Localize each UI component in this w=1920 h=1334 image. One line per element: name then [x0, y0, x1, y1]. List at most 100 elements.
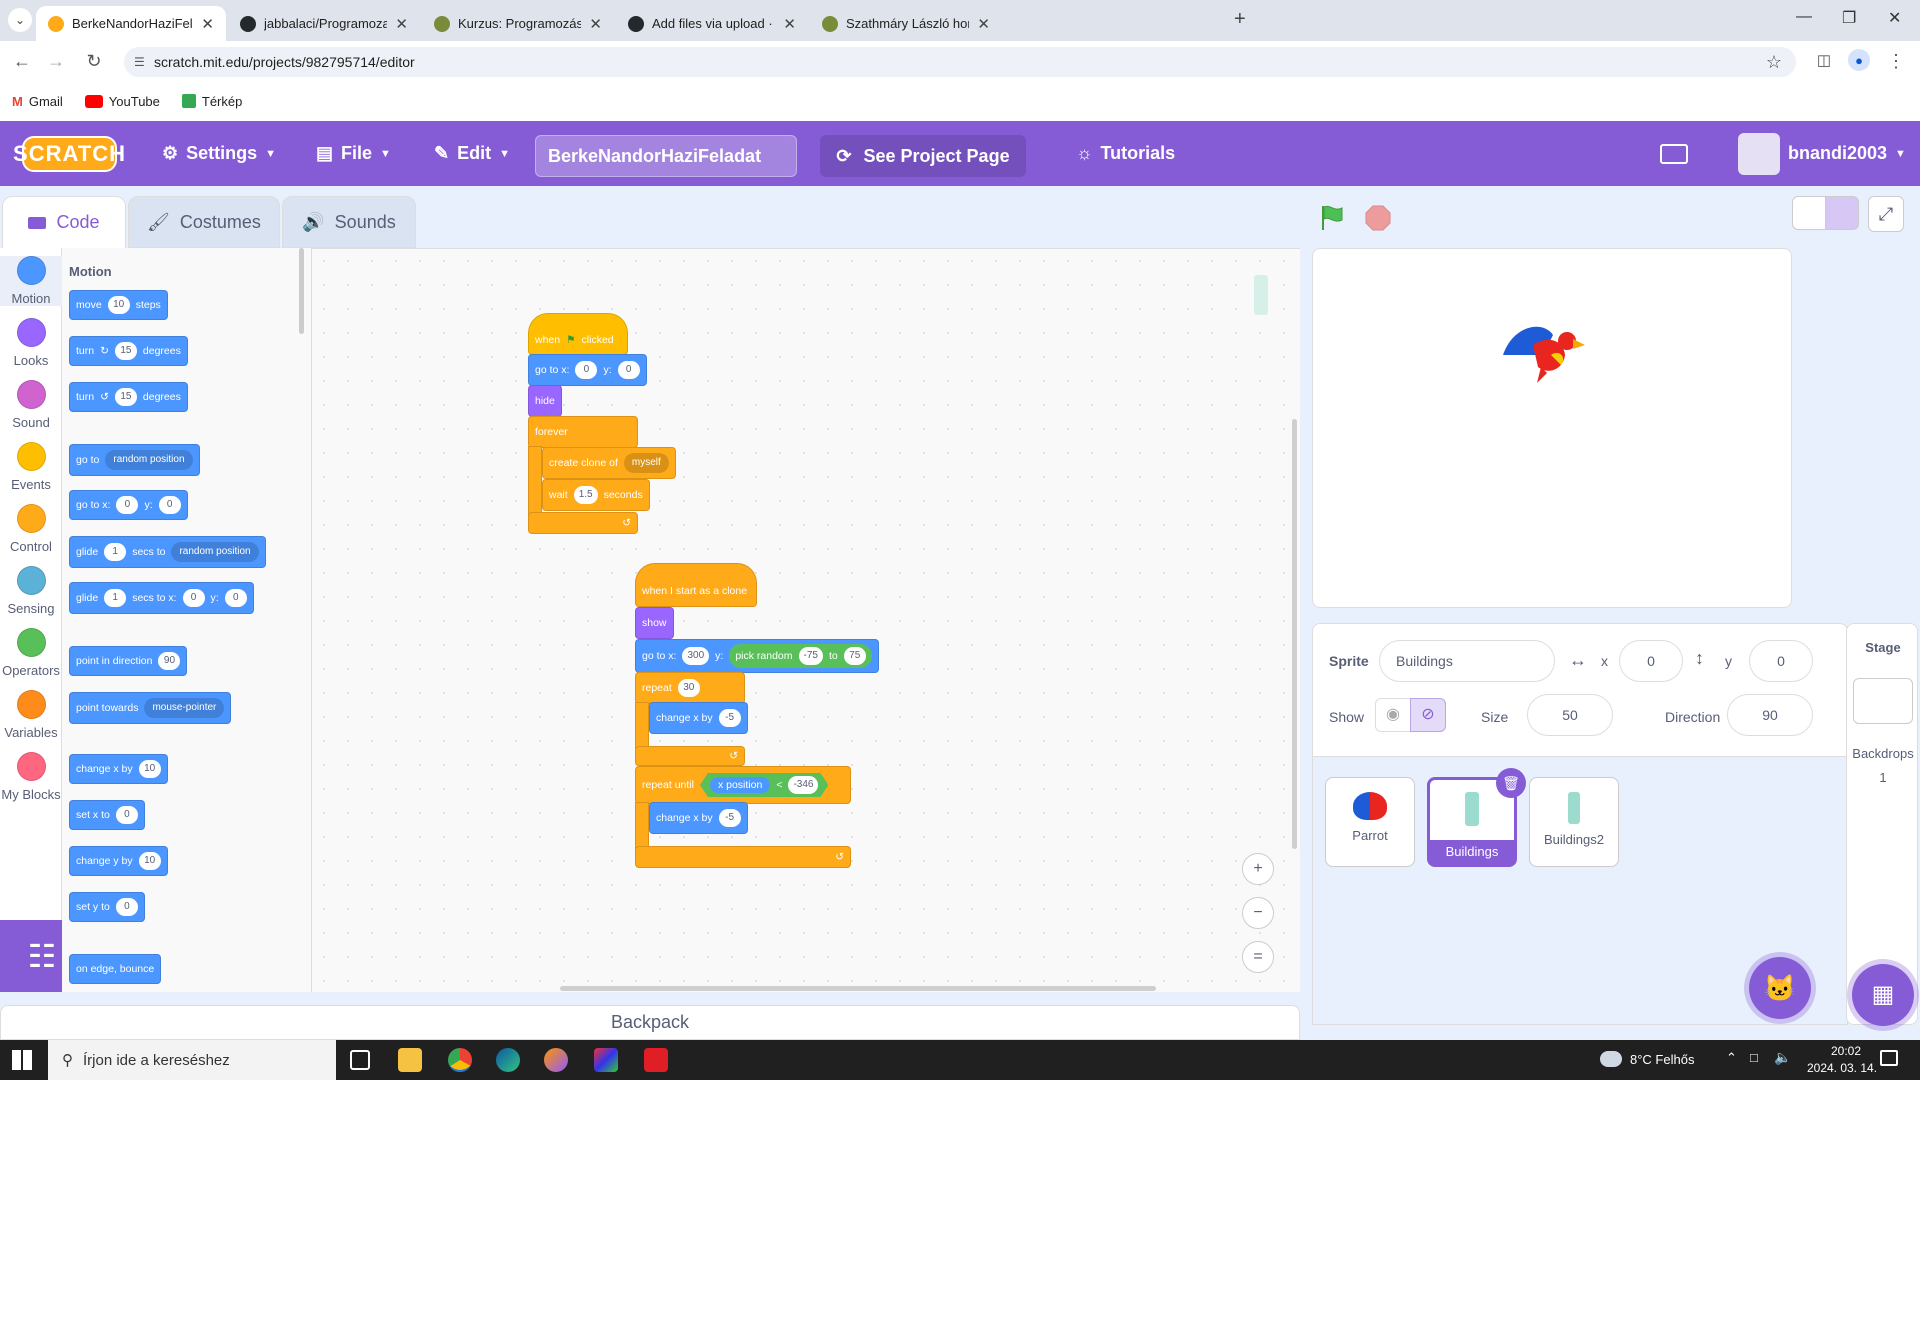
project-title-input[interactable]: BerkeNandorHaziFeladat	[535, 135, 797, 177]
account-menu[interactable]: bnandi2003 ▼	[1738, 121, 1906, 186]
zoom-out-icon[interactable]: −	[1242, 897, 1274, 929]
stop-sign-icon[interactable]	[1364, 204, 1392, 232]
show-visible-button[interactable]: ◉	[1375, 698, 1411, 732]
sprite-name-input[interactable]: Buildings	[1379, 640, 1555, 682]
zoom-reset-icon[interactable]: =	[1242, 941, 1274, 973]
volume-icon[interactable]: 🔈	[1774, 1049, 1791, 1066]
zoom-in-icon[interactable]: +	[1242, 853, 1274, 885]
block-go-to-xy-random[interactable]: go to x: 300 y: pick random -75 to 75	[635, 639, 879, 673]
block-pick-random[interactable]: pick random -75 to 75	[729, 644, 872, 668]
browser-tab[interactable]: jabbalaci/Programozas_1: A Pro ✕	[228, 6, 420, 41]
tab-code[interactable]: Code	[2, 196, 126, 248]
direction-input[interactable]: 90	[1727, 694, 1813, 736]
close-window-icon[interactable]: ✕	[1888, 8, 1901, 28]
normal-stage-button[interactable]	[1825, 196, 1859, 230]
category-events[interactable]: Events	[0, 442, 62, 492]
block-dropdown[interactable]: random position	[171, 542, 259, 562]
browser-tab[interactable]: Add files via upload · BerkeNan ✕	[616, 6, 808, 41]
bookmark-youtube[interactable]: YouTube	[84, 94, 160, 109]
block-input[interactable]: 30	[677, 679, 700, 697]
tab-list-button[interactable]: ⌄	[8, 8, 32, 32]
block-turn-right[interactable]: turn ↻ 15 degrees	[69, 336, 188, 366]
parrot-sprite[interactable]	[1493, 315, 1589, 385]
block-change-x[interactable]: change x by 10	[69, 754, 168, 784]
task-view-icon[interactable]	[350, 1050, 370, 1070]
category-operators[interactable]: Operators	[0, 628, 62, 678]
close-tab-icon[interactable]: ✕	[589, 15, 602, 33]
show-hidden-button[interactable]: ⊘	[1410, 698, 1446, 732]
category-control[interactable]: Control	[0, 504, 62, 554]
block-input[interactable]: 90	[158, 652, 181, 670]
script-workspace[interactable]: when ⚑ clicked go to x: 0 y: 0 hide forever…	[312, 248, 1300, 992]
block-input[interactable]: 0	[158, 496, 181, 514]
block-go-to-xy[interactable]: go to x: 0 y: 0	[69, 490, 188, 520]
block-point-towards[interactable]: point towards mouse-pointer	[69, 692, 232, 724]
y-input[interactable]: 0	[1749, 640, 1813, 682]
see-project-page-button[interactable]: ⟳ See Project Page	[820, 135, 1026, 177]
block-hide[interactable]: hide	[528, 385, 562, 417]
paint-app-icon[interactable]	[594, 1048, 618, 1072]
block-create-clone[interactable]: create clone of myself	[542, 447, 676, 479]
my-stuff-button[interactable]	[1660, 121, 1688, 186]
weather-icon[interactable]	[1600, 1051, 1622, 1067]
chrome-icon[interactable]	[448, 1048, 472, 1072]
block-turn-left[interactable]: turn ↺ 15 degrees	[69, 382, 188, 412]
size-input[interactable]: 50	[1527, 694, 1613, 736]
block-input[interactable]: 0	[115, 806, 138, 824]
fullscreen-icon[interactable]: ⤢	[1868, 196, 1904, 232]
profile-icon[interactable]: ●	[1848, 49, 1870, 71]
block-go-to[interactable]: go to random position	[69, 444, 200, 476]
block-when-flag-clicked[interactable]: when ⚑ clicked	[528, 313, 628, 355]
block-input[interactable]: 1.5	[573, 486, 598, 504]
block-move[interactable]: move 10 steps	[69, 290, 168, 320]
category-sound[interactable]: Sound	[0, 380, 62, 430]
edge-icon[interactable]	[496, 1048, 520, 1072]
block-input[interactable]: 10	[138, 760, 161, 778]
green-flag-icon[interactable]	[1318, 204, 1346, 232]
forward-icon[interactable]: →	[44, 49, 68, 73]
block-go-to-xy[interactable]: go to x: 0 y: 0	[528, 354, 647, 386]
block-glide-to-xy[interactable]: glide 1 secs to x: 0 y: 0	[69, 582, 254, 614]
category-sensing[interactable]: Sensing	[0, 566, 62, 616]
tutorials-button[interactable]: ☼ Tutorials	[1076, 121, 1175, 186]
bookmark-gmail[interactable]: M Gmail	[12, 94, 63, 109]
sprite-thumb-buildings[interactable]: Buildings 🗑	[1427, 768, 1526, 867]
browser-tab[interactable]: BerkeNandorHaziFeladat on Sc ✕	[36, 6, 226, 41]
block-wait[interactable]: wait 1.5 seconds	[542, 479, 650, 511]
address-bar[interactable]: ☰ scratch.mit.edu/projects/982795714/edi…	[124, 47, 1796, 77]
back-icon[interactable]: ←	[10, 49, 34, 73]
category-my-blocks[interactable]: My Blocks	[0, 752, 62, 802]
block-set-y[interactable]: set y to 0	[69, 892, 145, 922]
block-input[interactable]: 0	[182, 589, 205, 607]
new-tab-button[interactable]: +	[1234, 8, 1246, 31]
block-less-than[interactable]: x position < -346	[700, 773, 829, 797]
minimize-icon[interactable]: —	[1796, 8, 1812, 26]
side-panel-icon[interactable]: ◫	[1812, 49, 1836, 73]
network-icon[interactable]: □	[1750, 1050, 1758, 1065]
block-change-x[interactable]: change x by -5	[649, 802, 748, 834]
block-input[interactable]: -346	[788, 776, 818, 794]
backpack-bar[interactable]: Backpack	[0, 1005, 1300, 1040]
taskbar-search[interactable]: ⚲ Írjon ide a kereséshez	[48, 1040, 336, 1080]
scratch-logo[interactable]: SCRATCH	[13, 136, 125, 172]
amd-software-icon[interactable]	[644, 1048, 668, 1072]
menu-icon[interactable]: ⋮	[1884, 49, 1908, 73]
x-input[interactable]: 0	[1619, 640, 1683, 682]
block-input[interactable]: 75	[843, 647, 866, 665]
restore-icon[interactable]: ❐	[1842, 8, 1856, 28]
block-input[interactable]: 10	[138, 852, 161, 870]
block-dropdown[interactable]: mouse-pointer	[144, 698, 225, 718]
block-input[interactable]: 10	[107, 296, 130, 314]
bookmark-star-icon[interactable]: ☆	[1766, 52, 1782, 73]
block-change-y[interactable]: change y by 10	[69, 846, 168, 876]
block-dropdown[interactable]: random position	[105, 450, 193, 470]
block-set-x[interactable]: set x to 0	[69, 800, 145, 830]
add-sprite-button[interactable]: 🐱	[1749, 957, 1811, 1019]
tab-costumes[interactable]: 🖌 Costumes	[128, 196, 280, 248]
notification-icon[interactable]	[1880, 1050, 1898, 1066]
block-input[interactable]: 0	[116, 496, 139, 514]
browser-tab[interactable]: Kurzus: Programozási nyelvek 1 ✕	[422, 6, 614, 41]
tab-sounds[interactable]: 🔊 Sounds	[282, 196, 416, 248]
clock-date[interactable]: 2024. 03. 14.	[1796, 1061, 1888, 1075]
category-motion[interactable]: Motion	[0, 256, 62, 306]
